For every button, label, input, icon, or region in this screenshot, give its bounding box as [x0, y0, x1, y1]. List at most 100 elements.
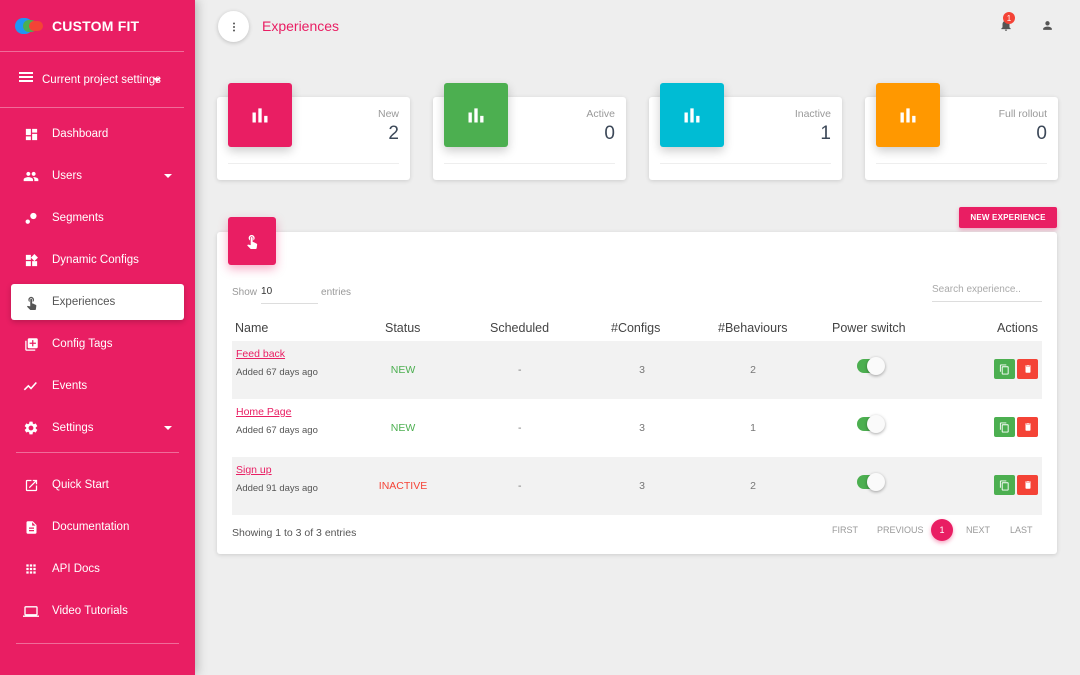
scheduled-value: - [518, 480, 522, 492]
apps-icon [23, 561, 39, 577]
sidebar-item-label: Users [52, 170, 83, 182]
column-header-power-switch[interactable]: Power switch [832, 321, 906, 335]
sidebar-item-segments[interactable]: Segments [11, 200, 184, 236]
copy-button[interactable] [994, 417, 1015, 437]
sidebar-item-config-tags[interactable]: Config Tags [11, 326, 184, 362]
sidebar-item-label: Documentation [52, 521, 130, 533]
table-info: Showing 1 to 3 of 3 entries [232, 527, 357, 539]
sidebar-item-settings[interactable]: Settings [11, 410, 184, 446]
table-row: Sign up Added 91 days ago INACTIVE - 3 2 [232, 457, 1042, 515]
sidebar-item-label: Events [52, 380, 88, 392]
person-icon [1043, 21, 1052, 30]
chevron-down-icon [153, 77, 161, 82]
status-badge: NEW [390, 364, 416, 376]
sidebar-help-nav: Quick Start Documentation API Docs Video… [0, 467, 195, 629]
sidebar-item-dashboard[interactable]: Dashboard [11, 116, 184, 152]
sidebar-item-label: Settings [52, 422, 94, 434]
pagination-next[interactable]: NEXT [966, 525, 990, 535]
stat-card-full-rollout: Full rollout 0 [865, 83, 1058, 180]
toggle-knob [867, 473, 885, 491]
more-menu-button[interactable] [218, 11, 249, 42]
notifications-button[interactable]: 1 [999, 12, 1015, 37]
sidebar-item-documentation[interactable]: Documentation [11, 509, 184, 545]
stat-label: New [377, 108, 399, 120]
sidebar-item-label: Experiences [52, 296, 116, 308]
configs-count: 3 [639, 364, 645, 376]
sidebar-item-dynamic-configs[interactable]: Dynamic Configs [11, 242, 184, 278]
power-switch-toggle[interactable] [857, 357, 885, 375]
stat-card-new: New 2 [217, 83, 410, 180]
app-name: CUSTOM FIT [52, 17, 140, 34]
column-header-actions: Actions [997, 321, 1038, 335]
pagination-previous[interactable]: PREVIOUS [877, 525, 924, 535]
new-experience-button[interactable]: NEW EXPERIENCE [959, 207, 1057, 228]
user-menu-button[interactable] [1041, 19, 1054, 37]
copy-button[interactable] [994, 359, 1015, 379]
sidebar-item-events[interactable]: Events [11, 368, 184, 404]
touch-icon [228, 217, 276, 265]
project-settings-toggle[interactable]: Current project settings [0, 52, 184, 108]
column-header-configs[interactable]: #Configs [611, 321, 660, 335]
experience-name-link[interactable]: Feed back [236, 348, 285, 360]
entries-select[interactable]: 10 [261, 286, 319, 304]
touch-icon [23, 294, 39, 310]
sidebar-divider [16, 452, 179, 453]
delete-button[interactable] [1017, 417, 1038, 437]
stat-card-inactive: Inactive 1 [649, 83, 842, 180]
stat-value: 2 [388, 123, 399, 144]
widgets-icon [23, 252, 39, 268]
configs-count: 3 [639, 422, 645, 434]
bar-chart-icon [228, 83, 292, 147]
chevron-down-icon [164, 426, 172, 430]
stat-value: 0 [1036, 123, 1047, 144]
sidebar-nav: Dashboard Users Segments Dynamic Configs… [0, 108, 195, 446]
power-switch-toggle[interactable] [857, 415, 885, 433]
sidebar-item-label: Segments [52, 212, 104, 224]
column-header-behaviours[interactable]: #Behaviours [718, 321, 788, 335]
sidebar-item-label: Quick Start [52, 479, 109, 491]
delete-button[interactable] [1017, 359, 1038, 379]
search-input[interactable]: Search experience.. [932, 284, 1042, 302]
table-row: Home Page Added 67 days ago NEW - 3 1 [232, 399, 1042, 457]
add-box-icon [23, 336, 39, 352]
stat-divider [660, 163, 831, 164]
custom-fit-logo-icon [15, 17, 45, 35]
behaviours-count: 1 [750, 422, 756, 434]
power-switch-toggle[interactable] [857, 473, 885, 491]
column-header-status[interactable]: Status [385, 321, 420, 335]
column-header-name[interactable]: Name [235, 321, 268, 335]
sidebar-item-api-docs[interactable]: API Docs [11, 551, 184, 587]
project-settings-label: Current project settings [42, 73, 161, 86]
trash-icon [1024, 481, 1031, 489]
experience-name-link[interactable]: Sign up [236, 464, 272, 476]
copy-button[interactable] [994, 475, 1015, 495]
sidebar-item-quick-start[interactable]: Quick Start [11, 467, 184, 503]
sidebar-item-users[interactable]: Users [11, 158, 184, 194]
stat-divider [444, 163, 615, 164]
sidebar-item-label: API Docs [52, 563, 100, 575]
pagination-first[interactable]: FIRST [832, 525, 858, 535]
stat-divider [876, 163, 1047, 164]
added-date: Added 67 days ago [236, 367, 318, 378]
sidebar-divider [16, 643, 179, 644]
table-row: Feed back Added 67 days ago NEW - 3 2 [232, 341, 1042, 399]
pagination-last[interactable]: LAST [1010, 525, 1033, 535]
status-badge: NEW [390, 422, 416, 434]
brand[interactable]: CUSTOM FIT [0, 0, 184, 52]
sidebar-item-label: Dynamic Configs [52, 254, 139, 266]
sidebar: CUSTOM FIT Current project settings Dash… [0, 0, 195, 675]
sidebar-item-label: Config Tags [52, 338, 113, 350]
table-header: Name Status Scheduled #Configs #Behaviou… [232, 321, 1042, 341]
delete-button[interactable] [1017, 475, 1038, 495]
dashboard-icon [23, 126, 39, 142]
sidebar-item-video-tutorials[interactable]: Video Tutorials [11, 593, 184, 629]
column-header-scheduled[interactable]: Scheduled [490, 321, 549, 335]
status-badge: INACTIVE [378, 480, 428, 492]
experience-name-link[interactable]: Home Page [236, 406, 291, 418]
document-icon [23, 519, 39, 535]
pagination-current-page[interactable]: 1 [931, 519, 953, 541]
scheduled-value: - [518, 422, 522, 434]
copy-icon [999, 363, 1009, 375]
sidebar-item-experiences[interactable]: Experiences [11, 284, 184, 320]
bar-chart-icon [876, 83, 940, 147]
